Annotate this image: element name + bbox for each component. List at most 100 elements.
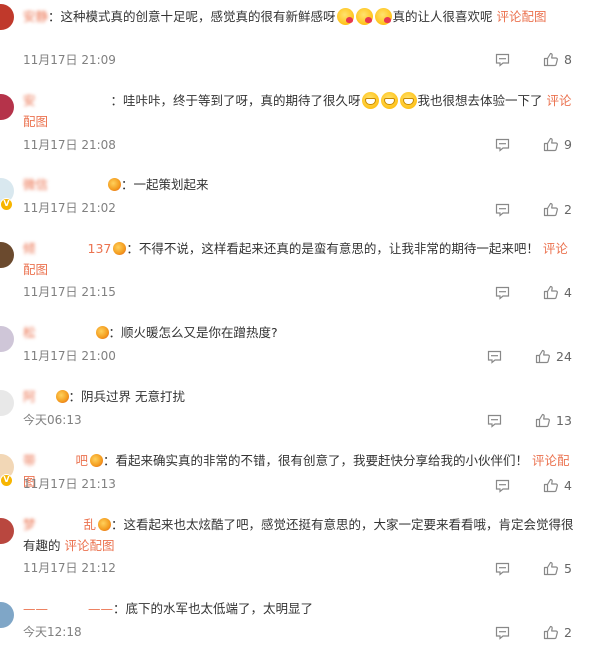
username[interactable]: 带 <box>23 453 36 468</box>
comment-time: 11月17日 21:12 <box>23 561 116 575</box>
comment-text: 我也很想去体验一下了 <box>417 93 543 108</box>
comment-time: 11月17日 21:00 <box>23 349 116 363</box>
reply-button[interactable] <box>495 53 510 67</box>
comment-time: 今天06:13 <box>23 413 82 427</box>
comment-time: 11月17日 21:13 <box>23 477 116 491</box>
comment-icon <box>487 350 502 364</box>
verified-badge-icon: V <box>0 474 13 487</box>
kiss-emoji-icon <box>336 8 354 25</box>
reply-button[interactable] <box>495 626 510 640</box>
like-button[interactable]: 4 <box>543 478 572 493</box>
like-button[interactable]: 5 <box>543 561 572 576</box>
thumb-up-icon <box>543 285 558 300</box>
like-button[interactable]: 2 <box>543 202 572 217</box>
avatar[interactable] <box>0 390 14 416</box>
comment-image-link[interactable]: 评论配图 <box>497 9 547 24</box>
username[interactable]: 倾 <box>23 241 36 256</box>
reply-button[interactable] <box>487 350 502 364</box>
comment-text: ：看起来确实真的非常的不错，很有创意了，我要赶快分享给我的小伙伴们！ <box>103 453 529 468</box>
username[interactable]: 松 <box>23 325 36 340</box>
comment-time: 11月17日 21:08 <box>23 138 116 152</box>
comment-text: ：哇咔咔，终于等到了呀，真的期待了很久呀 <box>110 93 361 108</box>
comment-text: ：阴兵过界 无意打扰 <box>68 389 185 404</box>
comment-text: 真的让人很喜欢呢 <box>392 9 493 24</box>
avatar[interactable] <box>0 518 14 544</box>
thumb-up-icon <box>543 137 558 152</box>
like-button[interactable]: 4 <box>543 285 572 300</box>
thumb-up-icon <box>543 202 558 217</box>
username[interactable]: 阿 <box>23 389 36 404</box>
reply-button[interactable] <box>487 414 502 428</box>
comment-body: 微信 ：一起策划起来 <box>23 174 578 195</box>
like-count: 5 <box>564 561 572 576</box>
medal-icon <box>108 178 122 191</box>
comment-icon <box>495 286 510 300</box>
like-count: 4 <box>564 478 572 493</box>
comment-icon <box>495 138 510 152</box>
like-button[interactable]: 8 <box>543 52 572 67</box>
username[interactable]: —— <box>23 601 48 616</box>
comment-icon <box>495 53 510 67</box>
thumb-up-icon <box>535 413 550 428</box>
comment-body: 安静：这种模式真的创意十足呢，感觉真的很有新鲜感呀 真的让人很喜欢呢 评论配图 <box>23 6 578 27</box>
comment-body: 松 ：顺火暖怎么又是你在蹭热度? <box>23 322 578 343</box>
avatar[interactable] <box>0 326 14 352</box>
medal-icon <box>98 518 112 531</box>
like-count: 4 <box>564 285 572 300</box>
medal-icon <box>95 326 109 339</box>
kiss-emoji-icon <box>355 8 373 25</box>
medal-icon <box>55 390 69 403</box>
grin-emoji-icon <box>361 92 379 109</box>
medal-icon <box>113 242 127 255</box>
reply-button[interactable] <box>495 203 510 217</box>
like-button[interactable]: 24 <box>535 349 572 364</box>
comment-time: 11月17日 21:15 <box>23 285 116 299</box>
like-count: 9 <box>564 137 572 152</box>
thumb-up-icon <box>543 561 558 576</box>
username-suffix[interactable]: 乱 <box>84 517 97 532</box>
comment-body: —— ——：底下的水军也太低端了，太明显了 <box>23 598 578 619</box>
comment-icon <box>495 203 510 217</box>
comment-icon <box>495 626 510 640</box>
comment-body: 梦乱：这看起来也太炫酷了吧，感觉还挺有意思的，大家一定要来看看哦，肯定会觉得很有… <box>23 514 578 556</box>
reply-button[interactable] <box>495 479 510 493</box>
reply-button[interactable] <box>495 562 510 576</box>
thumb-up-icon <box>543 625 558 640</box>
comment-text: ：底下的水军也太低端了，太明显了 <box>113 601 314 616</box>
grin-emoji-icon <box>380 92 398 109</box>
comment-time: 11月17日 21:09 <box>23 53 116 67</box>
avatar[interactable] <box>0 4 14 30</box>
username[interactable]: 微信 <box>23 177 48 192</box>
comment-text: ：这种模式真的创意十足呢，感觉真的很有新鲜感呀 <box>48 9 336 24</box>
like-button[interactable]: 9 <box>543 137 572 152</box>
username[interactable]: 安静 <box>23 9 48 24</box>
comment-body: 阿 ：阴兵过界 无意打扰 <box>23 386 578 407</box>
avatar[interactable] <box>0 242 14 268</box>
comment-icon <box>495 479 510 493</box>
like-count: 8 <box>564 52 572 67</box>
like-button[interactable]: 2 <box>543 625 572 640</box>
like-count: 2 <box>564 625 572 640</box>
comment-image-link[interactable]: 评论配图 <box>65 538 115 553</box>
username[interactable]: 梦 <box>23 517 36 532</box>
username-suffix[interactable]: 137 <box>88 241 112 256</box>
avatar[interactable] <box>0 94 14 120</box>
comment-icon <box>495 562 510 576</box>
like-count: 24 <box>556 349 572 364</box>
reply-button[interactable] <box>495 138 510 152</box>
comment-text: ：不得不说，这样看起来还真的是蛮有意思的，让我非常的期待一起来吧！ <box>126 241 539 256</box>
thumb-up-icon <box>543 478 558 493</box>
username[interactable]: 安 <box>23 93 36 108</box>
username-suffix[interactable]: —— <box>88 601 113 616</box>
comment-body: 倾 137 ：不得不说，这样看起来还真的是蛮有意思的，让我非常的期待一起来吧！ 评论… <box>23 238 578 280</box>
reply-button[interactable] <box>495 286 510 300</box>
like-button[interactable]: 13 <box>535 413 572 428</box>
comment-text: ：一起策划起来 <box>121 177 209 192</box>
comment-body: 安：哇咔咔，终于等到了呀，真的期待了很久呀 我也很想去体验一下了 评论配图 <box>23 90 578 132</box>
comment-time: 11月17日 21:02 <box>23 201 116 215</box>
medal-icon <box>90 454 104 467</box>
thumb-up-icon <box>543 52 558 67</box>
kiss-emoji-icon <box>374 8 392 25</box>
username-suffix[interactable]: 吧 <box>76 453 89 468</box>
avatar[interactable] <box>0 602 14 628</box>
